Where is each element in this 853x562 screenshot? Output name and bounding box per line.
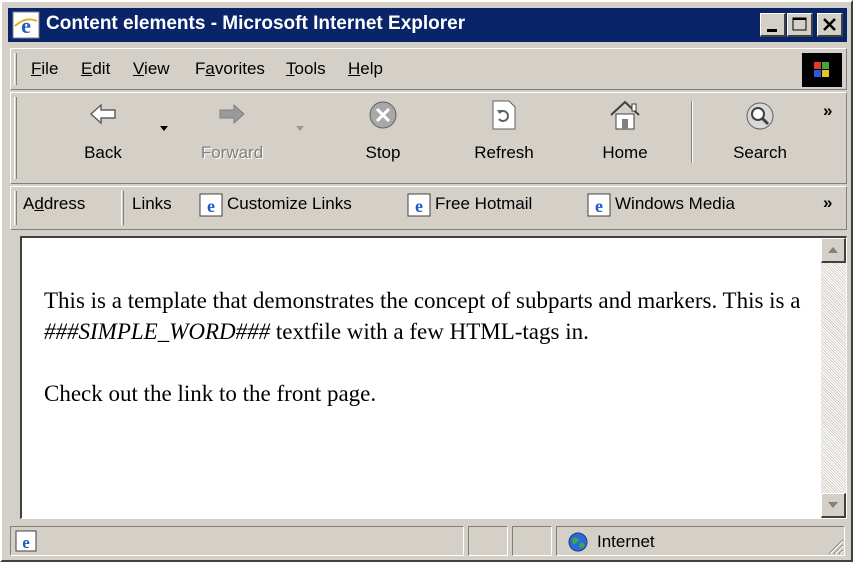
scroll-down-button[interactable] bbox=[821, 493, 846, 518]
menu-edit[interactable]: Edit bbox=[81, 59, 110, 79]
close-button[interactable] bbox=[817, 13, 843, 37]
forward-dropdown-icon bbox=[296, 126, 304, 131]
link-windows-media[interactable]: e Windows Media bbox=[587, 191, 797, 219]
menu-favorites[interactable]: Favorites bbox=[195, 59, 265, 79]
svg-text:e: e bbox=[415, 196, 423, 216]
paragraph-intro: This is a template that demonstrates the… bbox=[44, 288, 801, 344]
toolbar-separator bbox=[691, 101, 693, 163]
menu-file[interactable]: File bbox=[31, 59, 58, 79]
status-zone-panel: Internet bbox=[556, 526, 845, 556]
home-button[interactable]: Home bbox=[585, 95, 665, 173]
up-arrow-icon bbox=[828, 247, 838, 253]
svg-text:e: e bbox=[207, 196, 215, 216]
toolbar-grip[interactable] bbox=[14, 97, 17, 179]
menu-bar: File Edit View Favorites Tools Help bbox=[10, 48, 847, 90]
menu-view[interactable]: View bbox=[133, 59, 170, 79]
minimize-icon bbox=[767, 29, 777, 32]
svg-text:e: e bbox=[21, 13, 31, 38]
back-button[interactable]: Back bbox=[63, 95, 143, 173]
svg-text:e: e bbox=[22, 533, 30, 552]
down-arrow-icon bbox=[828, 502, 838, 508]
status-panel-security bbox=[512, 526, 552, 556]
paragraph-link: Check out the link to the front page. bbox=[44, 381, 377, 406]
ie-page-icon: e bbox=[15, 530, 37, 552]
home-icon bbox=[610, 100, 640, 130]
ie-page-icon: e bbox=[587, 193, 611, 217]
address-grip[interactable] bbox=[14, 191, 17, 225]
minimize-button[interactable] bbox=[760, 13, 786, 37]
stop-icon bbox=[369, 101, 397, 129]
status-text-panel: e bbox=[10, 526, 464, 556]
maximize-icon bbox=[792, 17, 807, 31]
vertical-scrollbar[interactable] bbox=[821, 238, 846, 518]
search-button[interactable]: Search bbox=[715, 95, 805, 173]
links-grip[interactable] bbox=[121, 191, 124, 225]
menu-help[interactable]: Help bbox=[348, 59, 383, 79]
close-icon bbox=[823, 18, 836, 31]
forward-button[interactable]: Forward bbox=[187, 95, 277, 173]
ie-logo-icon: e bbox=[12, 11, 40, 39]
status-bar: e Internet bbox=[8, 524, 849, 558]
forward-arrow-icon bbox=[219, 103, 245, 125]
ie-page-icon: e bbox=[407, 193, 431, 217]
search-icon bbox=[746, 102, 774, 130]
globe-icon bbox=[568, 532, 588, 552]
status-panel-progress bbox=[468, 526, 508, 556]
browser-window: e Content elements - Microsoft Internet … bbox=[0, 0, 853, 562]
refresh-icon bbox=[492, 100, 516, 130]
refresh-button[interactable]: Refresh bbox=[459, 95, 549, 173]
maximize-button[interactable] bbox=[787, 13, 813, 37]
document-body: This is a template that demonstrates the… bbox=[44, 285, 804, 440]
marker-text: ###SIMPLE_WORD### bbox=[44, 319, 271, 344]
links-overflow-button[interactable]: » bbox=[823, 193, 832, 213]
standard-toolbar: Back Forward Stop Refresh Home Search » bbox=[10, 92, 847, 184]
scroll-up-button[interactable] bbox=[821, 238, 846, 263]
page-content: This is a template that demonstrates the… bbox=[20, 236, 847, 519]
window-title: Content elements - Microsoft Internet Ex… bbox=[46, 13, 466, 34]
zone-label: Internet bbox=[597, 532, 655, 551]
ie-page-icon: e bbox=[199, 193, 223, 217]
menu-tools[interactable]: Tools bbox=[286, 59, 326, 79]
resize-grip-icon[interactable] bbox=[826, 537, 844, 555]
back-arrow-icon bbox=[89, 103, 116, 125]
menu-grip[interactable] bbox=[14, 53, 17, 85]
address-label[interactable]: Address bbox=[23, 194, 85, 214]
back-dropdown-icon[interactable] bbox=[159, 125, 169, 133]
address-links-bar: Address Links e Customize Links e Free H… bbox=[10, 186, 847, 230]
title-bar[interactable]: e Content elements - Microsoft Internet … bbox=[8, 8, 847, 42]
links-label: Links bbox=[132, 194, 172, 213]
link-free-hotmail[interactable]: e Free Hotmail bbox=[407, 191, 577, 219]
link-customize-links[interactable]: e Customize Links bbox=[199, 191, 389, 219]
windows-logo-icon bbox=[802, 53, 842, 87]
stop-button[interactable]: Stop bbox=[343, 95, 423, 173]
svg-text:e: e bbox=[595, 196, 603, 216]
toolbar-overflow-button[interactable]: » bbox=[823, 101, 832, 121]
